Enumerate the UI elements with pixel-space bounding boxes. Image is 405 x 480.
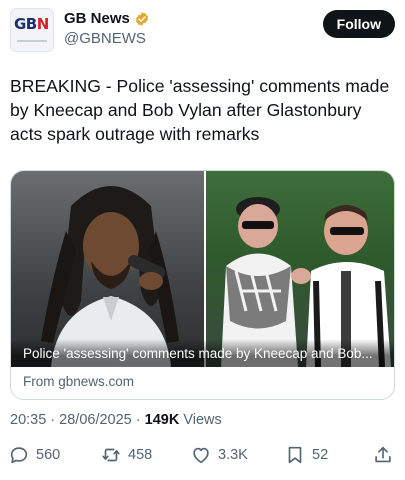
link-card[interactable]: Police 'assessing' comments made by Knee… (10, 170, 395, 400)
photo-right (206, 171, 394, 367)
tweet-text: BREAKING - Police 'assessing' comments m… (10, 76, 390, 144)
views-label: Views (179, 412, 222, 428)
reply-count: 560 (36, 447, 61, 463)
share-button[interactable] (372, 440, 394, 470)
photo-left (11, 171, 204, 367)
gbnews-logo: GBN (14, 15, 49, 33)
follow-button[interactable]: Follow (322, 10, 395, 38)
performer-left-illustration (41, 186, 179, 367)
timestamp[interactable]: 20:35 · 28/06/2025 · (10, 412, 145, 428)
like-button[interactable]: 3.3K (190, 440, 248, 470)
avatar[interactable]: GBN (10, 8, 54, 52)
views-count: 149K (144, 412, 180, 428)
bookmark-count: 52 (312, 447, 329, 463)
performers-right-illustration (221, 197, 391, 367)
card-image[interactable]: Police 'assessing' comments made by Knee… (11, 171, 394, 367)
display-name-row: GB News (64, 10, 150, 27)
logo-strip (17, 40, 47, 42)
logo-text-blue: GB (14, 15, 37, 33)
heart-icon (193, 447, 209, 464)
repost-count: 458 (128, 447, 153, 463)
display-name[interactable]: GB News (64, 10, 130, 27)
reply-button[interactable]: 560 (8, 440, 60, 470)
reply-icon (10, 447, 28, 464)
tweet-header: GBN GB News @GBNEWS Follow (10, 8, 395, 52)
action-bar: 560 458 3.3K 52 (8, 440, 396, 470)
verified-badge-icon (135, 11, 148, 26)
bookmark-button[interactable]: 52 (284, 440, 328, 470)
tweet-meta: 20:35 · 28/06/2025 · 149K Views (10, 412, 222, 428)
repost-button[interactable]: 458 (100, 440, 152, 470)
logo-text-red: N (36, 15, 50, 33)
repost-icon (102, 448, 120, 462)
card-caption[interactable]: Police 'assessing' comments made by Knee… (23, 346, 383, 361)
share-icon (375, 446, 391, 463)
bookmark-icon (288, 446, 302, 464)
like-count: 3.3K (218, 447, 248, 463)
account-handle[interactable]: @GBNEWS (64, 30, 146, 47)
card-source[interactable]: From gbnews.com (23, 374, 134, 389)
